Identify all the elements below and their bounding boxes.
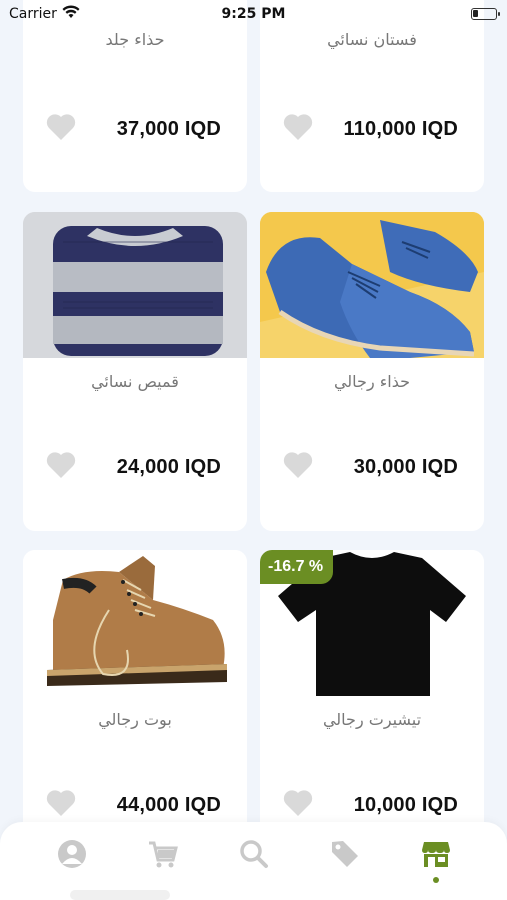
product-image: [260, 212, 484, 358]
product-price: 110,000 IQD: [343, 118, 458, 140]
store-icon[interactable]: [420, 838, 452, 870]
product-name: فستان نسائي: [327, 30, 417, 49]
home-indicator: [70, 890, 170, 900]
profile-icon[interactable]: [56, 838, 88, 870]
search-icon[interactable]: [238, 838, 270, 870]
heart-icon[interactable]: [282, 788, 314, 818]
product-name: حذاء رجالي: [333, 372, 411, 391]
product-image: [23, 550, 247, 696]
product-price: 44,000 IQD: [116, 794, 221, 816]
product-card[interactable]: حذاء رجالي 30,000 IQD: [260, 212, 484, 531]
clock: 9:25 PM: [221, 6, 286, 22]
heart-icon[interactable]: [45, 788, 77, 818]
status-bar: Carrier 9:25 PM: [0, 0, 507, 28]
product-price: 24,000 IQD: [116, 456, 221, 478]
heart-icon[interactable]: [45, 450, 77, 480]
bottom-tab-bar: [0, 822, 507, 900]
product-price: 37,000 IQD: [116, 118, 221, 140]
product-name: تيشيرت رجالي: [322, 710, 422, 729]
heart-icon[interactable]: [282, 112, 314, 142]
discount-badge: -16.7 %: [260, 550, 334, 584]
heart-icon[interactable]: [282, 450, 314, 480]
heart-icon[interactable]: [45, 112, 77, 142]
cart-icon[interactable]: [147, 838, 179, 870]
product-price: 30,000 IQD: [353, 456, 458, 478]
product-card[interactable]: حذاء جلد 37,000 IQD: [23, 0, 247, 192]
product-name: حذاء جلد: [105, 30, 165, 49]
product-name: قميص نسائي: [91, 372, 179, 391]
active-tab-indicator: [433, 877, 439, 883]
product-name: بوت رجالي: [98, 710, 172, 729]
product-image: [23, 212, 247, 358]
tag-icon[interactable]: [329, 838, 361, 870]
battery-icon: [471, 8, 500, 20]
product-price: 10,000 IQD: [353, 794, 458, 816]
product-card[interactable]: قميص نسائي 24,000 IQD: [23, 212, 247, 531]
product-card[interactable]: فستان نسائي 110,000 IQD: [260, 0, 484, 192]
